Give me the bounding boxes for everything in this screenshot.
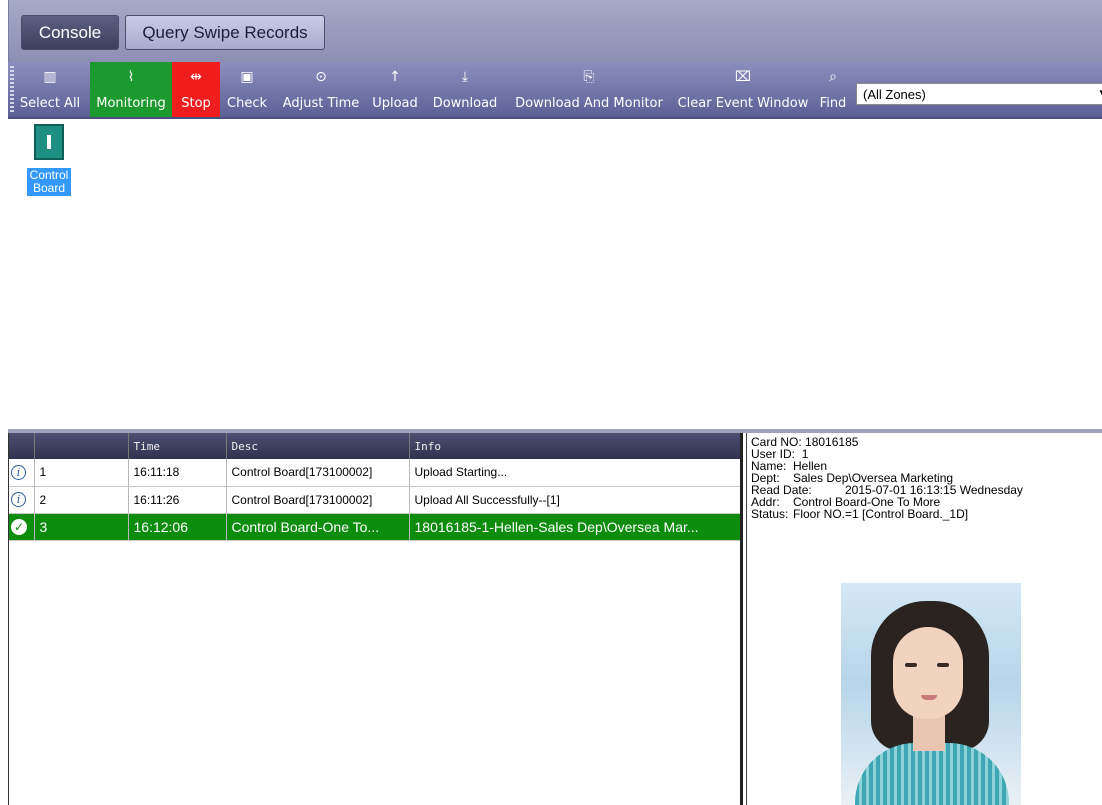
col-header-status[interactable] bbox=[9, 433, 35, 459]
clear-event-window-button[interactable]: ⌧ Clear Event Window bbox=[676, 62, 810, 117]
clock-icon: ⊙ bbox=[315, 69, 327, 85]
upload-button[interactable]: ↑ Upload bbox=[366, 62, 424, 117]
col-header-info[interactable]: Info bbox=[409, 433, 740, 459]
toolbar-grip[interactable] bbox=[10, 66, 14, 114]
zone-select-value: (All Zones) bbox=[863, 86, 926, 102]
row-info: Upload All Successfully--[1] bbox=[409, 486, 740, 514]
col-header-no[interactable] bbox=[34, 433, 129, 459]
select-all-label: Select All bbox=[19, 96, 81, 111]
row-info: 18016185-1-Hellen-Sales Dep\Oversea Mar.… bbox=[409, 513, 740, 541]
find-label: Find bbox=[819, 96, 847, 111]
row-status-cell: i bbox=[9, 459, 35, 487]
download-monitor-icon: ⎘ bbox=[583, 69, 595, 85]
row-time: 16:12:06 bbox=[128, 513, 227, 541]
adjust-time-label: Adjust Time bbox=[282, 96, 360, 111]
upload-label: Upload bbox=[372, 96, 418, 111]
tab-query-swipe-records[interactable]: Query Swipe Records bbox=[125, 15, 325, 50]
row-no: 1 bbox=[34, 459, 129, 487]
card-no-value: 18016185 bbox=[805, 435, 859, 449]
stop-label: Stop bbox=[181, 96, 211, 111]
device-label: Control Board bbox=[27, 168, 71, 196]
monitoring-label: Monitoring bbox=[96, 96, 166, 111]
row-time: 16:11:18 bbox=[128, 459, 227, 487]
status-value: Floor NO.=1 [Control Board._1D] bbox=[793, 507, 969, 521]
info-icon: i bbox=[11, 464, 26, 480]
user-photo bbox=[841, 583, 1021, 805]
device-control-board[interactable]: Control Board bbox=[26, 124, 72, 196]
download-icon: ⤓ bbox=[461, 69, 469, 85]
table-row[interactable]: i 1 16:11:18 Control Board[173100002] Up… bbox=[9, 459, 740, 487]
col-header-desc[interactable]: Desc bbox=[226, 433, 410, 459]
col-header-time[interactable]: Time bbox=[128, 433, 227, 459]
device-area: Control Board bbox=[8, 119, 1102, 429]
download-button[interactable]: ⤓ Download bbox=[428, 62, 502, 117]
stop-button[interactable]: ⇹ Stop bbox=[172, 62, 220, 117]
check-label: Check bbox=[227, 96, 267, 111]
clear-event-window-label: Clear Event Window bbox=[677, 96, 809, 111]
door-icon bbox=[34, 124, 64, 160]
toolbar: ▥ Select All ⌇ Monitoring ⇹ Stop ▣ Check… bbox=[8, 62, 1102, 119]
monitoring-button[interactable]: ⌇ Monitoring bbox=[90, 62, 172, 117]
table-row-selected[interactable]: ✓ 3 16:12:06 Control Board-One To... 180… bbox=[9, 513, 740, 541]
search-icon: ⌕ bbox=[829, 69, 837, 85]
checkmark-circle-icon: ✓ bbox=[11, 519, 27, 535]
event-list-panel: Time Desc Info i 1 16:11:18 Control Boar… bbox=[8, 433, 743, 805]
row-desc: Control Board-One To... bbox=[226, 513, 410, 541]
detail-status: Status: Floor NO.=1 [Control Board._1D] bbox=[751, 508, 1098, 520]
row-desc: Control Board[173100002] bbox=[226, 459, 410, 487]
adjust-time-button[interactable]: ⊙ Adjust Time bbox=[276, 62, 366, 117]
trash-icon: ⌧ bbox=[734, 69, 752, 85]
event-table: Time Desc Info i 1 16:11:18 Control Boar… bbox=[9, 433, 740, 541]
device-label-line2: Board bbox=[32, 181, 66, 195]
status-label: Status: bbox=[751, 507, 789, 521]
zone-select[interactable]: (All Zones) ▾ bbox=[856, 83, 1102, 105]
row-desc: Control Board[173100002] bbox=[226, 486, 410, 514]
select-all-button[interactable]: ▥ Select All bbox=[16, 62, 84, 117]
select-all-icon: ▥ bbox=[43, 69, 57, 85]
check-icon: ▣ bbox=[240, 69, 254, 85]
row-status-cell: ✓ bbox=[9, 513, 35, 541]
row-no: 2 bbox=[34, 486, 129, 514]
check-button[interactable]: ▣ Check bbox=[223, 62, 271, 117]
info-icon: i bbox=[11, 492, 26, 507]
pulse-icon: ⌇ bbox=[127, 69, 135, 85]
row-no: 3 bbox=[34, 513, 129, 541]
stop-icon: ⇹ bbox=[190, 69, 202, 85]
download-and-monitor-label: Download And Monitor bbox=[515, 96, 663, 111]
upload-arrow-icon: ↑ bbox=[389, 69, 401, 85]
tab-console[interactable]: Console bbox=[21, 15, 119, 50]
table-row[interactable]: i 2 16:11:26 Control Board[173100002] Up… bbox=[9, 486, 740, 514]
find-button[interactable]: ⌕ Find bbox=[814, 62, 852, 117]
download-and-monitor-button[interactable]: ⎘ Download And Monitor bbox=[508, 62, 670, 117]
row-status-cell: i bbox=[9, 486, 35, 514]
swipe-detail-panel: Card NO: 18016185 User ID: 1 Name: Hellen… bbox=[746, 433, 1102, 805]
top-tab-bar: Console Query Swipe Records bbox=[8, 0, 1102, 62]
download-label: Download bbox=[432, 96, 498, 111]
row-time: 16:11:26 bbox=[128, 486, 227, 514]
row-info: Upload Starting... bbox=[409, 459, 740, 487]
table-header-row: Time Desc Info bbox=[9, 433, 740, 459]
